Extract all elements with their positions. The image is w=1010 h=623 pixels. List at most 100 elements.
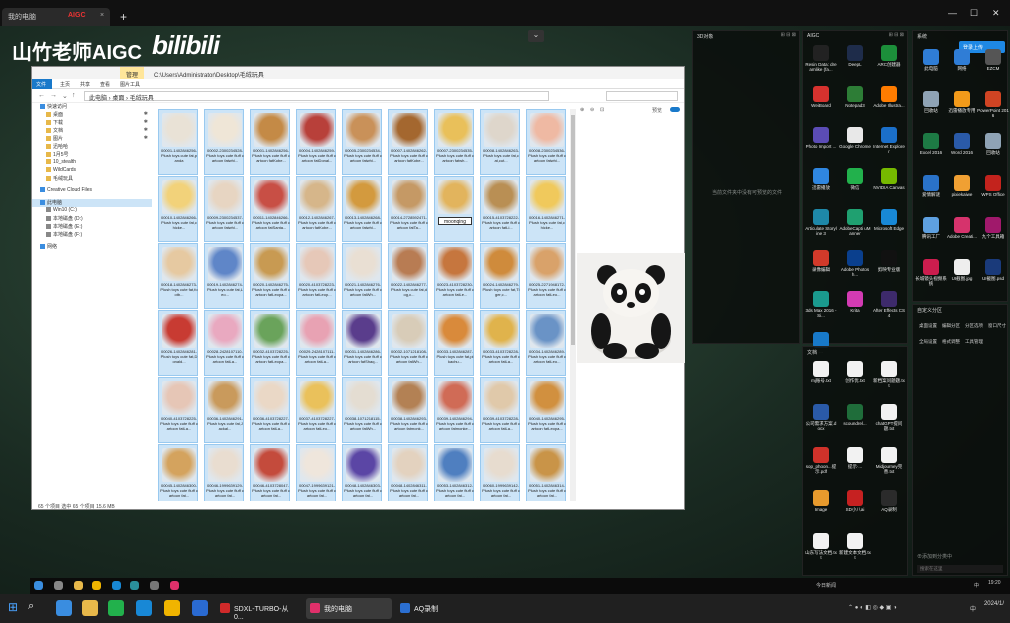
desktop-shortcut[interactable]: 微信 bbox=[839, 168, 871, 206]
taskbar-app-aq[interactable]: AQ录制 bbox=[396, 598, 482, 619]
file-item[interactable]: 00019-1402846274-Plush toys cute fat,Leo… bbox=[204, 243, 244, 309]
ribbon-tab-view[interactable]: 查看 bbox=[100, 81, 110, 88]
sidebar-item[interactable]: WildCards bbox=[32, 167, 152, 175]
search-icon[interactable] bbox=[54, 581, 63, 590]
quick-menu-item[interactable]: 工具管理 bbox=[963, 339, 985, 345]
file-item[interactable]: 00020-4103728223-Plush toys cute fluff c… bbox=[296, 243, 336, 309]
desktop-shortcut[interactable]: Word 2016 bbox=[946, 133, 978, 171]
back-icon[interactable]: ← bbox=[38, 92, 45, 99]
desktop-shortcut[interactable]: Midjourney完善.txt bbox=[873, 447, 905, 485]
forward-icon[interactable]: → bbox=[50, 92, 57, 99]
file-item[interactable]: 00005-2300234534-Plush toys cute fluff c… bbox=[342, 109, 382, 175]
file-item[interactable]: 00032-1071218108-Plush toys cute fluff c… bbox=[388, 310, 428, 376]
desktop-shortcut[interactable]: pixiekaiwe bbox=[946, 175, 978, 213]
file-item[interactable]: moonqing bbox=[434, 176, 474, 242]
file-item[interactable]: 00036-4103728227-Plush toys cute fluff c… bbox=[250, 377, 290, 443]
desktop-shortcut[interactable]: Image bbox=[805, 490, 837, 528]
taskbar-app-sdxl[interactable]: SDXL-TURBO-从0... bbox=[216, 598, 302, 621]
sidebar-item[interactable]: 下载 ✱ bbox=[32, 119, 152, 127]
tray-icons[interactable]: ⌃ ● ◐ ◧ ◎ ◆ ▣ ◑ bbox=[848, 604, 897, 611]
collapse-chevron-icon[interactable]: ⌄ bbox=[528, 30, 544, 42]
chrome-icon[interactable] bbox=[92, 581, 101, 590]
breadcrumb-item[interactable]: 桌面 bbox=[112, 96, 124, 102]
sidebar-item[interactable]: 快速访问 bbox=[32, 103, 152, 111]
desktop-shortcut[interactable]: 回收站 bbox=[977, 133, 1009, 171]
desktop-shortcut[interactable]: Adobe Creati... bbox=[946, 217, 978, 255]
manage-tab[interactable]: 管理 bbox=[120, 67, 145, 79]
file-item[interactable]: 00008-1402846263-Plush toys cute fat,cat… bbox=[480, 109, 520, 175]
desktop-shortcut[interactable]: SD小八ai bbox=[839, 490, 871, 528]
sidebar-item[interactable]: 本地磁盘 (D:) bbox=[32, 215, 152, 223]
file-item[interactable]: 00025-2271948172-Plush toys cute fluff c… bbox=[526, 243, 566, 309]
desktop-shortcut[interactable]: sop_phoon...提示.pdf bbox=[805, 447, 837, 485]
desktop-shortcut[interactable]: 录像编辑 bbox=[805, 250, 837, 288]
start-button-icon[interactable]: ⊞ bbox=[8, 598, 18, 619]
ribbon-tab-file[interactable]: 文件 bbox=[32, 79, 52, 89]
quick-menu-item[interactable]: 分区选项 bbox=[963, 323, 985, 329]
desktop-shortcut[interactable]: 山东写法文档.txt bbox=[805, 533, 837, 571]
vertical-scrollbar[interactable] bbox=[570, 109, 576, 501]
desktop-shortcut[interactable]: EZCM bbox=[977, 49, 1009, 87]
desktop-shortcut[interactable]: Photo Import ... bbox=[805, 127, 837, 165]
file-item[interactable]: 00012-1402846267-Plush toys cute fluff c… bbox=[296, 176, 336, 242]
desktop-shortcut[interactable]: 腾讯工厂 bbox=[915, 217, 947, 255]
file-item[interactable]: 00001-1402846256-Plush toys cute fat,pan… bbox=[158, 109, 198, 175]
app-icon[interactable] bbox=[130, 581, 139, 590]
file-item[interactable]: 00009-2300234537-Plush toys cute fluff c… bbox=[204, 176, 244, 242]
file-item[interactable]: 00032-4103728225-Plush toys cute fluff c… bbox=[250, 310, 290, 376]
file-item[interactable]: 00002-2300234528-Plush toys cute fluff c… bbox=[204, 109, 244, 175]
file-item[interactable]: 00033-1402846287-Plush toys cute fat,pik… bbox=[434, 310, 474, 376]
rename-input[interactable]: moonqing bbox=[438, 217, 472, 225]
maximize-button[interactable]: ☐ bbox=[970, 8, 978, 19]
recent-icon[interactable]: ⌄ bbox=[62, 92, 68, 100]
file-item[interactable]: 00011-1402846266-Plush toys cute fluff c… bbox=[250, 176, 290, 242]
file-item[interactable]: 00014-2728592471-Plush toys cute fluff c… bbox=[388, 176, 428, 242]
desktop-shortcut[interactable]: 迅雷播放专用 bbox=[946, 91, 978, 129]
file-item[interactable]: 00031-1402846286-Plush toys cute fluff c… bbox=[342, 310, 382, 376]
scrollbar-thumb[interactable] bbox=[571, 115, 575, 345]
quick-menu-item[interactable]: 格式调整 bbox=[940, 339, 962, 345]
file-item[interactable]: 00046-1999639129-Plush toys cute fluff c… bbox=[204, 444, 244, 501]
edge-icon[interactable] bbox=[136, 600, 152, 616]
file-item[interactable]: 00008-2300234536-Plush toys cute fluff c… bbox=[526, 109, 566, 175]
file-item[interactable]: 00001-1402846256-Plush toys cute fluff c… bbox=[250, 109, 290, 175]
file-item[interactable]: 00040-4103728225-Plush toys cute fluff c… bbox=[158, 377, 198, 443]
sidebar-item[interactable]: 文档 ✱ bbox=[32, 127, 152, 135]
desktop-shortcut[interactable]: 长城镜头视频系统 bbox=[915, 259, 947, 297]
sidebar-item[interactable]: 毛绒玩具 bbox=[32, 175, 152, 183]
file-item[interactable]: 00029-2428107111-Plush toys cute fluff c… bbox=[296, 310, 336, 376]
sidebar-item[interactable]: 10_stealth bbox=[32, 159, 152, 167]
tab-close-icon[interactable]: × bbox=[100, 12, 104, 19]
desktop-shortcut[interactable]: Notepad3 bbox=[839, 86, 871, 124]
breadcrumb[interactable]: 此电脑 › 桌面 › 毛绒玩具 bbox=[84, 91, 549, 102]
sidebar-item[interactable]: 此电脑 bbox=[32, 199, 152, 207]
desktop-shortcut[interactable]: WeiBoard bbox=[805, 86, 837, 124]
sidebar-item[interactable]: 迅哈哈 bbox=[32, 143, 152, 151]
file-item[interactable]: 00004-1402846259-Plush toys cute fluff c… bbox=[296, 109, 336, 175]
desktop-shortcut[interactable]: 创作优.txt bbox=[839, 361, 871, 399]
zoom-out-icon[interactable]: ⊖ bbox=[590, 107, 594, 113]
desktop-shortcut[interactable]: PowerPoint 2016 bbox=[977, 91, 1009, 129]
app-icon[interactable] bbox=[192, 600, 208, 616]
file-item[interactable]: 00048-1402846303-Plush toys cute fluff c… bbox=[342, 444, 382, 501]
file-item[interactable]: 00046-4103728047-Plush toys cute fluff c… bbox=[250, 444, 290, 501]
new-tab-button[interactable]: + bbox=[120, 10, 127, 24]
preview-toggle[interactable] bbox=[670, 107, 680, 112]
file-item[interactable]: 00047-1999639121-Plush toys cute fluff c… bbox=[296, 444, 336, 501]
app-icon[interactable] bbox=[170, 581, 179, 590]
sidebar-item[interactable]: 图片 ✱ bbox=[32, 135, 152, 143]
quick-menu-item[interactable]: 全局设置 bbox=[917, 339, 939, 345]
taskbar-app-mycomputer[interactable]: 我的电脑 bbox=[306, 598, 392, 619]
file-item[interactable]: 00037-4103728227-Plush toys cute fluff c… bbox=[296, 377, 336, 443]
add-category-hint[interactable]: ⊕添加到分类中 bbox=[917, 553, 952, 560]
file-item[interactable]: 00007-2300234535-Plush toys cute fluff c… bbox=[434, 109, 474, 175]
desktop-shortcut[interactable]: Articulate Storyline 3 bbox=[805, 209, 837, 247]
desktop-shortcut[interactable]: 回收站 bbox=[915, 91, 947, 129]
app-icon[interactable] bbox=[150, 581, 159, 590]
file-item[interactable]: 00053-1402846312-Plush toys cute fluff c… bbox=[434, 444, 474, 501]
file-item[interactable]: 00039-4103728228-Plush toys cute fluff c… bbox=[480, 377, 520, 443]
file-item[interactable]: 00026-1402846281-Plush toys cute fat,Don… bbox=[158, 310, 198, 376]
up-icon[interactable]: ↑ bbox=[72, 92, 76, 99]
close-button[interactable]: ✕ bbox=[992, 8, 1000, 19]
desktop-shortcut[interactable]: WPS Office bbox=[977, 175, 1009, 213]
